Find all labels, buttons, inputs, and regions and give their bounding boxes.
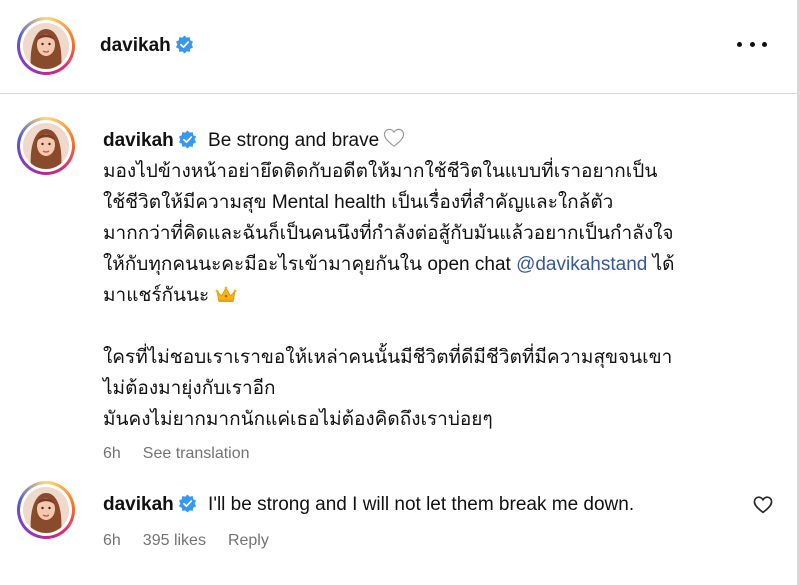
more-options-icon[interactable] [737, 34, 767, 54]
caption-line: มันคงไม่ยากมากนักแค่เธอไม่ต้องคิดถึงเราบ… [103, 409, 493, 430]
header-avatar[interactable] [17, 17, 75, 75]
reply-button[interactable]: Reply [228, 532, 269, 550]
reply-avatar[interactable] [17, 481, 75, 539]
caption-line: มากกว่าที่คิดและฉันก็เป็นคนนึงที่กำลังต่… [103, 223, 674, 244]
avatar-image [23, 487, 69, 533]
reply-timestamp[interactable]: 6h [103, 532, 121, 550]
caption-line: ใช้ชีวิตให้มีความสุข Mental health เป็นเ… [103, 192, 614, 213]
caption-avatar[interactable] [17, 117, 75, 175]
reply-username[interactable]: davikah [103, 494, 174, 515]
see-translation-button[interactable]: See translation [143, 445, 250, 463]
caption-body: davikah Be strong and brave มองไปข้างหน้… [103, 125, 763, 463]
caption-username[interactable]: davikah [103, 130, 174, 151]
header-username[interactable]: davikah [100, 35, 194, 57]
post-header: davikah [0, 0, 797, 94]
caption-line: ไม่ต้องมายุ่งกับเราอีก [103, 378, 276, 399]
verified-badge-icon [175, 35, 193, 54]
reply-text: I'll be strong and I will not let them b… [208, 494, 635, 515]
caption-line: ให้กับทุกคนนะคะมีอะไรเข้ามาคุยกันใน open… [103, 254, 675, 275]
reply-likes[interactable]: 395 likes [143, 532, 206, 550]
crown-emoji-icon [215, 286, 237, 302]
caption-line: มองไปข้างหน้าอย่ายึดติดกับอดีตให้มากใช้ช… [103, 161, 658, 182]
caption-title-text: Be strong and brave [208, 130, 380, 151]
avatar-image [23, 23, 69, 69]
like-heart-icon[interactable] [753, 496, 773, 514]
verified-badge-icon [178, 494, 196, 513]
reply-body: davikah I'll be strong and I will not le… [103, 489, 763, 550]
heart-outline-icon [384, 128, 405, 147]
caption-line: ใครที่ไม่ชอบเราเราขอให้เหล่าคนนั้นมีชีวิ… [103, 347, 673, 368]
caption-meta: 6h See translation [103, 445, 763, 463]
verified-badge-icon [178, 130, 196, 149]
reply-meta: 6h 395 likes Reply [103, 532, 763, 550]
caption-timestamp[interactable]: 6h [103, 445, 121, 463]
caption-line: มาแชร์กันนะ [103, 280, 763, 311]
mention-link[interactable]: @davikahstand [516, 254, 647, 275]
caption-text: มองไปข้างหน้าอย่ายึดติดกับอดีตให้มากใช้ช… [103, 156, 763, 435]
avatar-image [23, 123, 69, 169]
